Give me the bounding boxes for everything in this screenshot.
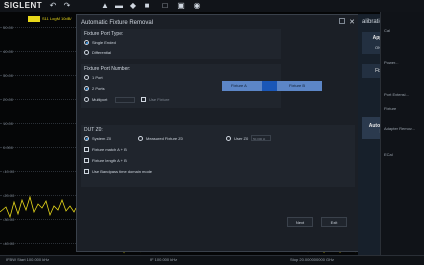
system-z0-radio[interactable] [84,136,89,141]
right-menu-cal[interactable]: Cal [384,28,390,33]
user-z0-radio[interactable] [226,136,231,141]
right-menu-power[interactable]: Power... [384,60,398,65]
two-ports-label: 2 Ports [92,86,105,91]
multiport-dropdown[interactable] [115,97,135,103]
dut-z0-section: DUT Z0: System Z0 Measured Fixture Z0 Us… [81,125,355,187]
single-ended-label: Single Ended [92,40,116,45]
redo-icon[interactable]: ↷ [62,1,72,10]
dut-z0-label: DUT Z0: [84,127,103,133]
user-z0-input[interactable]: 50.000 Ω [251,135,271,141]
measure-icon[interactable]: ■ [142,1,152,10]
right-menu-ecal[interactable]: ECal [384,152,393,157]
file-icon[interactable]: □ [160,1,170,10]
differential-label: Differential [92,50,112,55]
start-freq: IFBW Start 100.000 kHz [6,257,50,262]
one-port-label: 1 Port [92,75,103,80]
camera-icon[interactable]: ◉ [192,1,202,10]
multiport-label: Multiport [92,97,108,102]
port-number-label: Fixture Port Number: [84,66,131,72]
minimize-icon[interactable] [339,18,345,24]
exit-button[interactable]: Exit [321,217,347,227]
fixture-match-checkbox[interactable] [84,147,89,152]
two-ports-radio[interactable] [84,86,89,91]
measured-fixture-z0-label: Measured Fixture Z0 [146,136,183,141]
fixture-b-block: Fixture B [277,81,322,91]
bandpass-label: Use Bandpass time domain mode [92,169,153,174]
fixture-a-label: Fixture A [231,83,247,88]
fixture-length-label: Fixture length A + B [92,158,127,163]
differential-radio[interactable] [84,50,89,55]
trace-icon[interactable]: ▬ [114,1,124,10]
fixture-b-label: Fixture B [289,83,306,88]
close-icon[interactable]: ✕ [349,18,355,26]
fixture-length-checkbox[interactable] [84,158,89,163]
dialog-title: Automatic Fixture Removal [81,20,154,26]
port-type-label: Fixture Port Type: [84,31,124,37]
port-type-section: Fixture Port Type: Single Ended Differen… [81,29,281,59]
user-z0-label: User Z0 [234,136,249,141]
save-icon[interactable]: ▣ [176,1,186,10]
use-fixture-label: Use Fixture [149,97,170,102]
fixture-a-block: Fixture A [222,81,262,91]
multiport-radio[interactable] [84,97,89,102]
if-bandwidth: IF 100.000 kHz [150,257,178,262]
autoscale-icon[interactable]: ▲ [100,1,110,10]
stop-freq: Stop 20.000000000 GHz [290,257,335,262]
marker-icon[interactable]: ◆ [128,1,138,10]
use-fixture-checkbox[interactable] [141,97,146,102]
one-port-radio[interactable] [84,75,89,80]
undo-icon[interactable]: ↶ [48,1,58,10]
right-menu: Cal Power... Port Extensi... Fixture Ada… [380,12,424,255]
bandpass-checkbox[interactable] [84,169,89,174]
fixture-match-label: Fixture match A + B [92,147,127,152]
fixture-diagram: Fixture A Fixture B [222,81,347,91]
right-menu-adapter[interactable]: Adapter Remov... [384,126,415,131]
system-z0-label: System Z0 [92,136,112,141]
fixture-removal-dialog: Automatic Fixture Removal ✕ Fixture Port… [76,14,360,252]
right-menu-fixture[interactable]: Fixture [384,106,396,111]
next-button[interactable]: Next [287,217,313,227]
dut-block [262,81,277,91]
single-ended-radio[interactable] [84,40,89,45]
right-menu-port-ext[interactable]: Port Extensi... [384,92,409,97]
measured-fixture-z0-radio[interactable] [138,136,143,141]
brand-logo: SIGLENT [4,1,43,10]
